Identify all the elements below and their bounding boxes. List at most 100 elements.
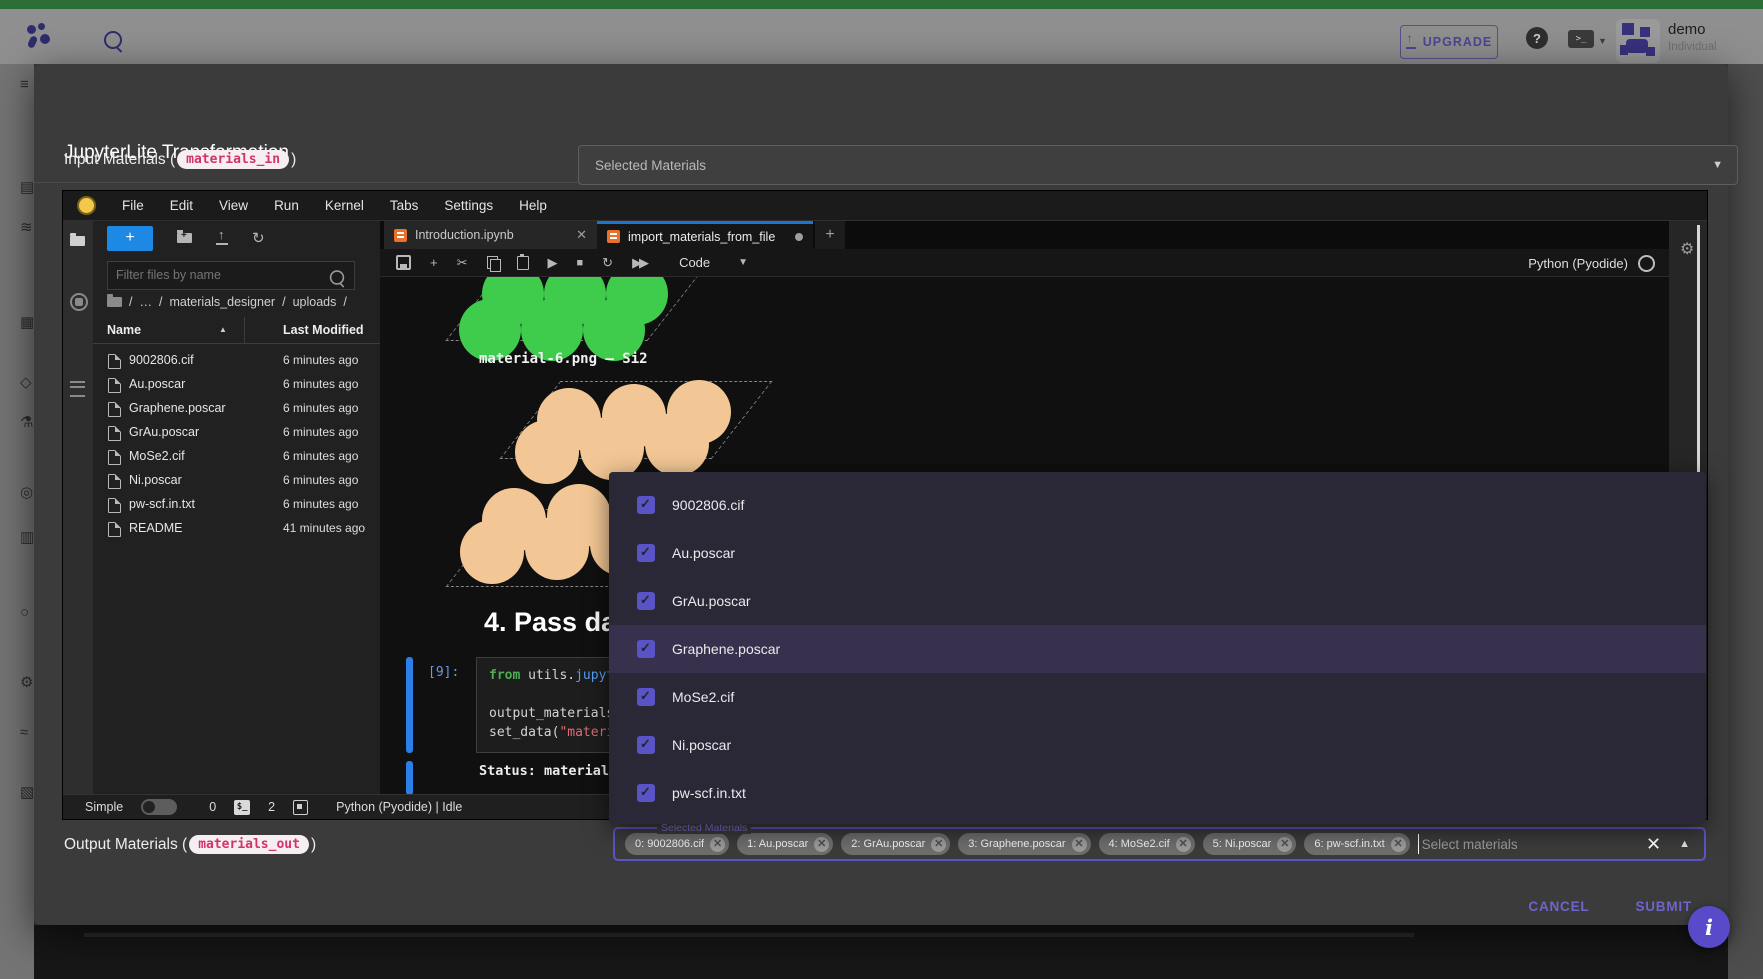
file-row[interactable]: pw-scf.in.txt6 minutes ago xyxy=(93,493,380,517)
dropdown-option[interactable]: MoSe2.cif xyxy=(609,673,1706,721)
file-row[interactable]: Ni.poscar6 minutes ago xyxy=(93,469,380,493)
terminal-icon[interactable]: >_ xyxy=(1568,30,1594,48)
dropdown-option[interactable]: GrAu.poscar xyxy=(609,577,1706,625)
restart-run-all-icon[interactable]: ▶▶ xyxy=(632,255,646,271)
breadcrumb-dir-uploads[interactable]: uploads xyxy=(293,295,337,309)
file-row[interactable]: MoSe2.cif6 minutes ago xyxy=(93,445,380,469)
tab-introduction[interactable]: Introduction.ipynb ✕ xyxy=(384,221,597,249)
kernel-chip-icon[interactable] xyxy=(293,800,308,815)
filter-files-input[interactable] xyxy=(108,262,324,287)
chevron-up-icon[interactable]: ▲ xyxy=(1679,838,1690,850)
paste-cell-icon[interactable] xyxy=(517,256,529,270)
chip-remove-icon[interactable]: ✕ xyxy=(1072,837,1087,852)
file-row[interactable]: README41 minutes ago xyxy=(93,517,380,541)
cancel-button[interactable]: CANCEL xyxy=(1528,899,1589,914)
upload-files-icon[interactable] xyxy=(216,231,228,245)
help-icon[interactable]: ? xyxy=(1526,27,1548,49)
jupyterlite-logo-icon[interactable] xyxy=(77,196,96,215)
file-row[interactable]: Graphene.poscar6 minutes ago xyxy=(93,397,380,421)
dropdown-option[interactable]: Au.poscar xyxy=(609,529,1706,577)
menu-file[interactable]: File xyxy=(122,198,144,213)
selected-materials-select[interactable]: Selected Materials ▼ xyxy=(578,145,1738,185)
material-chip[interactable]: 0: 9002806.cif✕ xyxy=(625,833,729,855)
dropdown-option-highlighted[interactable]: Graphene.poscar xyxy=(609,625,1706,673)
selected-materials-autocomplete[interactable]: Selected Materials 0: 9002806.cif✕ 1: Au… xyxy=(613,827,1706,861)
select-materials-input[interactable] xyxy=(1418,834,1632,854)
checkbox-checked-icon[interactable] xyxy=(637,544,655,562)
active-cell-indicator[interactable] xyxy=(406,657,413,753)
submit-button[interactable]: SUBMIT xyxy=(1635,899,1692,914)
table-of-contents-icon[interactable] xyxy=(70,381,85,402)
material-chip[interactable]: 3: Graphene.poscar✕ xyxy=(958,833,1090,855)
column-name[interactable]: Name xyxy=(107,323,141,337)
checkbox-checked-icon[interactable] xyxy=(637,592,655,610)
copy-cell-icon[interactable] xyxy=(487,256,498,269)
output-materials-label: Output Materials ( materials_out ) xyxy=(64,835,316,854)
terminal-badge-icon[interactable]: $_ xyxy=(234,800,250,815)
file-row[interactable]: 9002806.cif6 minutes ago xyxy=(93,349,380,373)
column-last-modified[interactable]: Last Modified xyxy=(283,323,364,337)
file-browser-tab-icon[interactable] xyxy=(70,233,85,251)
material-chip[interactable]: 6: pw-scf.in.txt✕ xyxy=(1304,833,1409,855)
cut-cell-icon[interactable]: ✂ xyxy=(457,255,468,271)
tab-import-materials-from-file[interactable]: import_materials_from_file xyxy=(597,221,813,249)
cell-type-dropdown[interactable]: Code ▼ xyxy=(679,255,748,270)
kernel-indicator[interactable]: Python (Pyodide) xyxy=(1528,249,1655,277)
insert-cell-icon[interactable]: + xyxy=(430,255,438,270)
kernel-status-text[interactable]: Python (Pyodide) | Idle xyxy=(336,800,462,814)
breadcrumb-folder-icon[interactable] xyxy=(107,297,122,307)
checkbox-checked-icon[interactable] xyxy=(637,736,655,754)
breadcrumb[interactable]: / … / materials_designer / uploads / xyxy=(107,295,347,309)
add-tab-icon[interactable]: + xyxy=(815,221,845,249)
user-avatar[interactable] xyxy=(1616,19,1660,63)
chip-remove-icon[interactable]: ✕ xyxy=(710,837,725,852)
cell-indicator[interactable] xyxy=(406,761,413,794)
close-tab-icon[interactable]: ✕ xyxy=(576,227,587,243)
menu-view[interactable]: View xyxy=(219,198,248,213)
checkbox-checked-icon[interactable] xyxy=(637,496,655,514)
new-launcher-button[interactable]: + xyxy=(107,226,153,251)
new-folder-icon[interactable] xyxy=(177,233,192,243)
menu-edit[interactable]: Edit xyxy=(170,198,193,213)
clear-all-icon[interactable]: ✕ xyxy=(1646,834,1661,855)
simple-mode-toggle[interactable] xyxy=(141,799,177,815)
checkbox-checked-icon[interactable] xyxy=(637,784,655,802)
refresh-icon[interactable]: ↻ xyxy=(252,229,265,247)
material-chip[interactable]: 2: GrAu.poscar✕ xyxy=(841,833,950,855)
app-logo[interactable] xyxy=(26,23,52,49)
info-fab-button[interactable]: i xyxy=(1688,906,1730,948)
unsaved-dot-icon[interactable] xyxy=(795,233,803,241)
menu-settings[interactable]: Settings xyxy=(444,198,493,213)
chip-remove-icon[interactable]: ✕ xyxy=(1391,837,1406,852)
checkbox-checked-icon[interactable] xyxy=(637,640,655,658)
chip-remove-icon[interactable]: ✕ xyxy=(931,837,946,852)
dropdown-option[interactable]: pw-scf.in.txt xyxy=(609,769,1706,817)
gear-icon[interactable]: ⚙ xyxy=(1680,239,1694,259)
menu-kernel[interactable]: Kernel xyxy=(325,198,364,213)
menu-run[interactable]: Run xyxy=(274,198,299,213)
breadcrumb-dir-materials-designer[interactable]: materials_designer xyxy=(169,295,275,309)
upgrade-button[interactable]: UPGRADE xyxy=(1400,25,1498,59)
file-row[interactable]: GrAu.poscar6 minutes ago xyxy=(93,421,380,445)
running-sessions-icon[interactable] xyxy=(70,293,88,316)
chip-remove-icon[interactable]: ✕ xyxy=(1277,837,1292,852)
material-chip[interactable]: 4: MoSe2.cif✕ xyxy=(1099,833,1195,855)
search-icon[interactable] xyxy=(104,31,124,51)
run-cell-icon[interactable]: ▶ xyxy=(548,255,558,271)
restart-kernel-icon[interactable]: ↻ xyxy=(602,255,613,271)
stop-kernel-icon[interactable]: ■ xyxy=(577,257,584,269)
dropdown-option[interactable]: Ni.poscar xyxy=(609,721,1706,769)
menu-help[interactable]: Help xyxy=(519,198,547,213)
material-chip[interactable]: 5: Ni.poscar✕ xyxy=(1203,833,1297,855)
file-row[interactable]: Au.poscar6 minutes ago xyxy=(93,373,380,397)
tab-label: Introduction.ipynb xyxy=(415,228,514,242)
menu-tabs[interactable]: Tabs xyxy=(390,198,419,213)
material-chip[interactable]: 1: Au.poscar✕ xyxy=(737,833,833,855)
chip-remove-icon[interactable]: ✕ xyxy=(1176,837,1191,852)
sort-asc-icon[interactable]: ▲ xyxy=(219,325,227,334)
checkbox-checked-icon[interactable] xyxy=(637,688,655,706)
dropdown-option[interactable]: 9002806.cif xyxy=(609,481,1706,529)
breadcrumb-ellipsis[interactable]: … xyxy=(139,295,152,309)
chip-remove-icon[interactable]: ✕ xyxy=(814,837,829,852)
save-icon[interactable] xyxy=(396,255,411,270)
